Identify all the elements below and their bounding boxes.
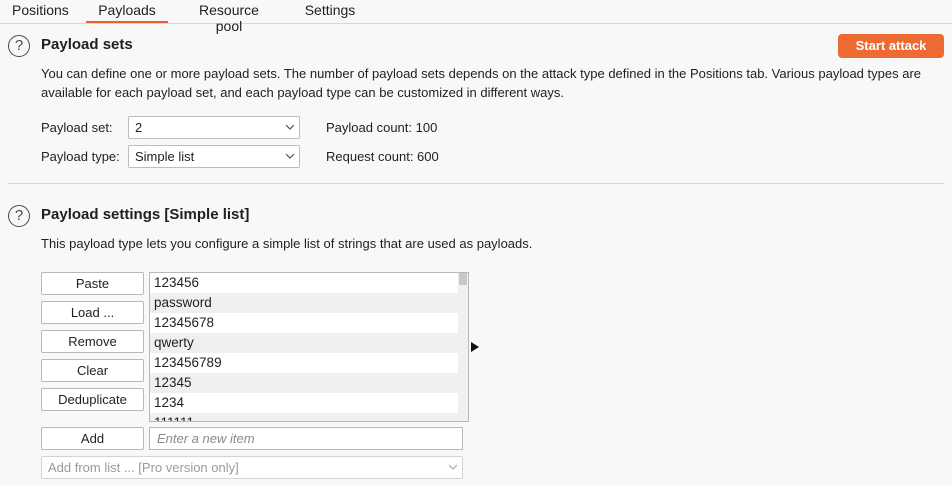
payload-type-label: Payload type: — [41, 149, 120, 164]
tab-payloads[interactable]: Payloads — [86, 2, 168, 23]
payload-type-value: Simple list — [135, 149, 195, 164]
deduplicate-button[interactable]: Deduplicate — [41, 388, 144, 411]
list-item[interactable]: 111111 — [150, 413, 458, 421]
list-item[interactable]: qwerty — [150, 333, 458, 353]
add-button[interactable]: Add — [41, 427, 144, 450]
payload-type-select[interactable]: Simple list — [128, 145, 300, 168]
payload-count: Payload count: 100 — [326, 120, 438, 135]
new-item-input[interactable]: Enter a new item — [149, 427, 463, 450]
tab-positions[interactable]: Positions — [12, 2, 69, 23]
tab-settings[interactable]: Settings — [304, 2, 356, 23]
paste-button[interactable]: Paste — [41, 272, 144, 295]
list-item[interactable]: 12345 — [150, 373, 458, 393]
list-scrollbar[interactable] — [458, 273, 468, 421]
scrollbar-thumb[interactable] — [459, 273, 467, 285]
chevron-down-icon — [286, 153, 294, 159]
payload-set-value: 2 — [135, 120, 143, 135]
add-from-list-select: Add from list ... [Pro version only] — [41, 456, 463, 479]
request-count: Request count: 600 — [326, 149, 439, 164]
payload-set-select[interactable]: 2 — [128, 116, 300, 139]
play-arrow-icon — [471, 342, 479, 352]
payload-settings-description: This payload type lets you configure a s… — [41, 236, 533, 251]
remove-button[interactable]: Remove — [41, 330, 144, 353]
clear-button[interactable]: Clear — [41, 359, 144, 382]
payload-list[interactable]: 123456 password 12345678 qwerty 12345678… — [149, 272, 469, 422]
payload-sets-title: Payload sets — [41, 36, 133, 53]
tab-resource-pool[interactable]: Resource pool — [185, 2, 273, 34]
chevron-down-icon — [449, 464, 457, 470]
list-item[interactable]: 123456789 — [150, 353, 458, 373]
list-item[interactable]: 12345678 — [150, 313, 458, 333]
payload-settings-title: Payload settings [Simple list] — [41, 206, 250, 223]
payload-sets-description: You can define one or more payload sets.… — [41, 66, 922, 100]
add-from-list-value: Add from list ... [Pro version only] — [48, 460, 239, 475]
help-icon[interactable]: ? — [8, 35, 30, 57]
payload-set-label: Payload set: — [41, 120, 113, 135]
list-item[interactable]: password — [150, 293, 458, 313]
section-divider — [8, 183, 944, 184]
load-button[interactable]: Load ... — [41, 301, 144, 324]
chevron-down-icon — [286, 124, 294, 130]
tab-bar: Positions Payloads Resource pool Setting… — [0, 0, 952, 34]
help-icon[interactable]: ? — [8, 205, 30, 227]
list-item[interactable]: 123456 — [150, 273, 458, 293]
start-attack-button[interactable]: Start attack — [838, 34, 944, 58]
list-item[interactable]: 1234 — [150, 393, 458, 413]
